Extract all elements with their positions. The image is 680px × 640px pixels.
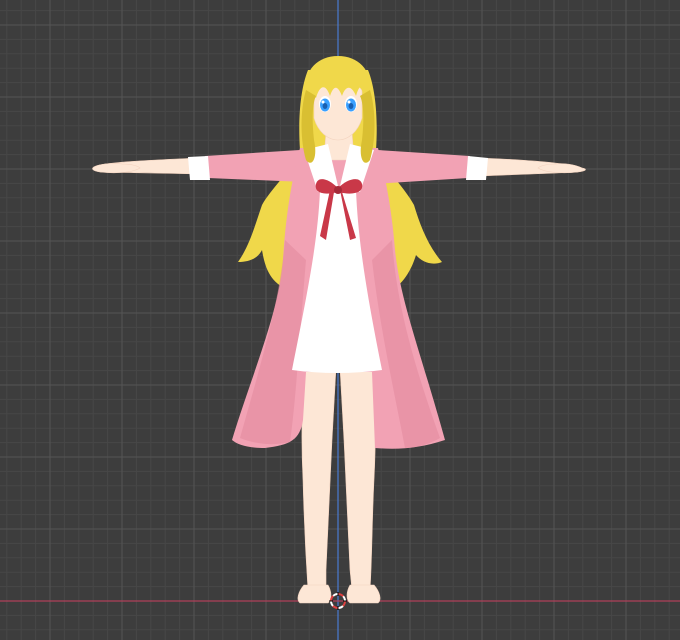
3d-viewport[interactable]: [0, 0, 680, 640]
left-eye: [319, 96, 331, 112]
left-cuff: [188, 156, 210, 180]
right-eye: [345, 96, 357, 112]
ribbon-knot: [334, 186, 342, 194]
right-cuff: [466, 156, 488, 180]
left-foot: [297, 584, 332, 604]
right-foot: [346, 584, 381, 604]
viewport-canvas[interactable]: [0, 0, 680, 640]
